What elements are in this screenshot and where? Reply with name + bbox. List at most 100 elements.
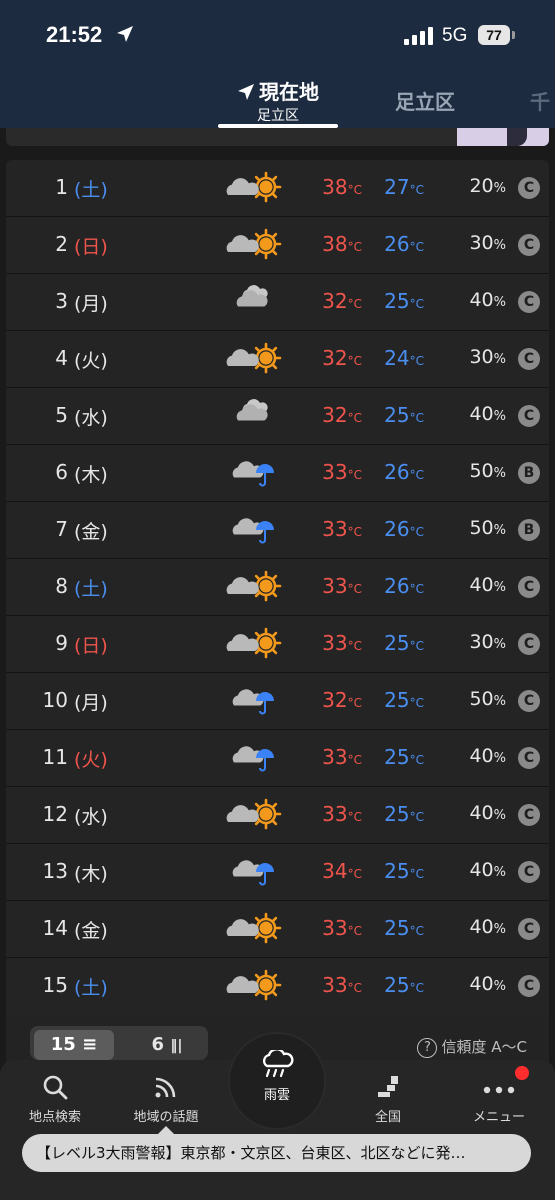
value: 25: [384, 688, 410, 712]
max-temp: 33°C: [306, 631, 362, 655]
tab-current-location[interactable]: 現在地 足立区: [216, 76, 340, 128]
cloud-sun-icon: [222, 797, 282, 833]
tab-menu[interactable]: メニュー: [444, 1074, 554, 1125]
value: 40: [469, 859, 494, 881]
cloud-sun-icon: [222, 170, 282, 206]
rss-icon: [155, 1077, 176, 1098]
day-number: 8: [55, 574, 68, 598]
min-temp: 25°C: [368, 916, 424, 940]
tab-next[interactable]: 千: [530, 86, 550, 115]
unit-label: °C: [409, 753, 424, 767]
unit-label: °C: [347, 753, 362, 767]
precip-probability: 50%: [452, 460, 506, 482]
toggle-6-day[interactable]: 6 ‖|: [130, 1030, 204, 1060]
unit-label: %: [493, 580, 506, 595]
precip-probability: 40%: [452, 859, 506, 881]
day-number: 12: [42, 802, 68, 826]
unit-label: %: [493, 979, 506, 994]
location-arrow-icon: [238, 84, 254, 100]
status-time: 21:52: [46, 22, 103, 47]
day-number: 2: [55, 232, 68, 256]
unit-label: °C: [409, 411, 424, 425]
toggle-15-day[interactable]: 15 ≡: [34, 1030, 114, 1060]
value: 27: [384, 175, 410, 199]
tab-rain-radar[interactable]: 雨雲: [230, 1034, 324, 1128]
reliability-badge: C: [518, 861, 540, 883]
tab-search[interactable]: 地点検索: [0, 1074, 110, 1125]
day-of-week: (火): [74, 749, 108, 771]
reliability-badge: C: [518, 918, 540, 940]
reliability-badge: C: [518, 804, 540, 826]
max-temp: 33°C: [306, 745, 362, 769]
unit-label: °C: [409, 639, 424, 653]
unit-label: °C: [347, 810, 362, 824]
reliability-help[interactable]: ? 信頼度 A〜C: [417, 1036, 527, 1058]
max-temp: 38°C: [306, 232, 362, 256]
day-number: 6: [55, 460, 68, 484]
unit-label: °C: [409, 354, 424, 368]
value: 26: [384, 460, 410, 484]
reliability-badge: C: [518, 690, 540, 712]
day-of-week: (木): [74, 863, 108, 885]
max-temp: 32°C: [306, 688, 362, 712]
cloud-umbrella-icon: [222, 512, 282, 548]
rain-cloud-icon: [262, 1050, 294, 1078]
unit-label: °C: [347, 525, 362, 539]
forecast-row: 12 (水) 33°C 25°C 40% C: [6, 787, 549, 844]
cloud-sun-icon: [222, 968, 282, 1004]
tab-topics[interactable]: 地域の話題: [111, 1074, 221, 1125]
unit-label: °C: [347, 354, 362, 368]
ticker-pointer: [158, 1126, 174, 1134]
day-number: 11: [42, 745, 68, 769]
precip-probability: 40%: [452, 745, 506, 767]
range-toggle[interactable]: 15 ≡ 6 ‖|: [30, 1026, 208, 1060]
precip-probability: 40%: [452, 802, 506, 824]
precip-probability: 30%: [452, 346, 506, 368]
value: 40: [469, 916, 494, 938]
unit-label: °C: [409, 810, 424, 824]
reliability-note: 信頼度 A〜C: [441, 1038, 527, 1056]
value: 38: [322, 175, 348, 199]
tab-adachi[interactable]: 足立区: [395, 86, 455, 115]
japan-map-icon: [378, 1076, 398, 1097]
max-temp: 32°C: [306, 289, 362, 313]
network-type: 5G: [442, 25, 468, 46]
precip-probability: 30%: [452, 232, 506, 254]
value: 40: [469, 289, 494, 311]
tab-nation[interactable]: 全国: [333, 1074, 443, 1125]
value: 26: [384, 517, 410, 541]
reliability-badge: C: [518, 975, 540, 997]
day-of-week: (日): [74, 236, 108, 258]
alert-ticker[interactable]: 【レベル3大雨警報】東京都・文京区、台東区、北区などに発…: [22, 1134, 531, 1172]
search-icon: [43, 1075, 68, 1100]
value: 25: [384, 403, 410, 427]
reliability-badge: B: [518, 462, 540, 484]
day-of-week: (水): [74, 407, 108, 429]
day-of-week: (水): [74, 806, 108, 828]
unit-label: %: [493, 466, 506, 481]
day-number: 5: [55, 403, 68, 427]
unit-label: °C: [409, 525, 424, 539]
precip-probability: 50%: [452, 517, 506, 539]
unit-label: °C: [409, 468, 424, 482]
forecast-row: 5 (水) 32°C 25°C 40% C: [6, 388, 549, 445]
location-arrow-icon: [117, 26, 133, 42]
day-number: 15: [42, 973, 68, 997]
max-temp: 32°C: [306, 346, 362, 370]
value: 26: [384, 574, 410, 598]
min-temp: 25°C: [368, 403, 424, 427]
unit-label: °C: [409, 981, 424, 995]
value: 20: [469, 175, 494, 197]
day-of-week: (月): [74, 692, 108, 714]
unit-label: °C: [347, 924, 362, 938]
forecast-row: 8 (土) 33°C 26°C 40% C: [6, 559, 549, 616]
notification-dot: [515, 1066, 529, 1080]
min-temp: 25°C: [368, 289, 424, 313]
value: 25: [384, 973, 410, 997]
cloud-sun-icon: [222, 341, 282, 377]
precip-probability: 40%: [452, 289, 506, 311]
min-temp: 25°C: [368, 802, 424, 826]
precip-probability: 30%: [452, 631, 506, 653]
unit-label: °C: [347, 981, 362, 995]
value: 30: [469, 346, 494, 368]
